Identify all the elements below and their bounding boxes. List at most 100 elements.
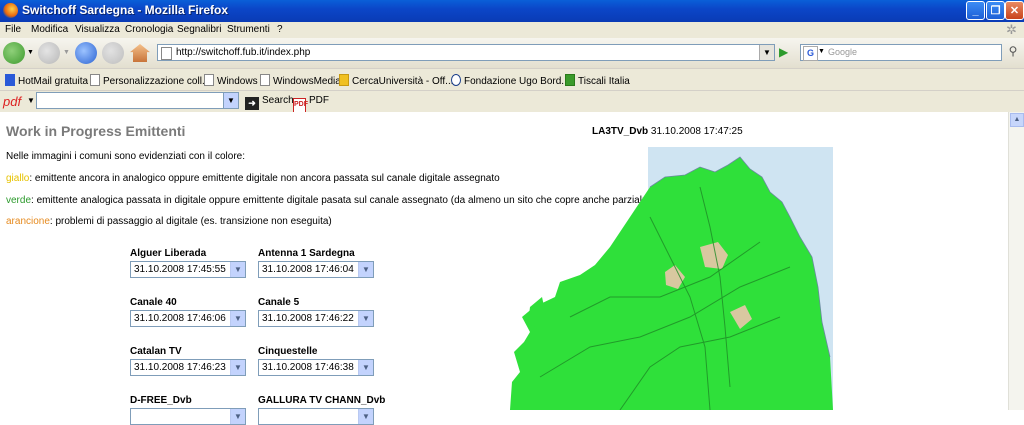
chevron-down-icon[interactable]: ▼ [230,409,245,424]
home-icon[interactable] [130,44,150,62]
chevron-down-icon[interactable]: ▼ [358,409,373,424]
back-history-icon[interactable]: ▼ [27,49,34,56]
menu-visualizza[interactable]: Visualizza [75,24,120,35]
emitter-date-select[interactable]: 31.10.2008 17:45:55 ▼ [130,261,246,278]
legend-yellow: giallo: emittente ancora in analogico op… [6,173,500,184]
select-value: 31.10.2008 17:46:38 [262,362,354,373]
pdf-search-input[interactable]: ▼ [36,92,239,109]
pdf-file-icon: PDF [293,98,308,113]
bookmark-cercauniversita[interactable]: CercaUniversità - Off... [339,74,454,87]
bookmark-tiscali[interactable]: Tiscali Italia [565,74,630,87]
bookmark-label: Tiscali Italia [578,76,630,87]
emitter-date-select[interactable]: ▼ [258,408,374,425]
maximize-button[interactable]: ❐ [986,1,1005,20]
chevron-down-icon[interactable]: ▼ [358,360,373,375]
menu-file[interactable]: File [5,24,21,35]
bookmark-personalizzazione[interactable]: Personalizzazione coll... [90,74,210,87]
chevron-down-icon[interactable]: ▼ [230,311,245,326]
map-timestamp: 31.10.2008 17:47:25 [650,126,743,137]
page-icon [260,74,270,86]
menu-cronologia[interactable]: Cronologia [125,24,173,35]
emitter-label: GALLURA TV CHANN_Dvb [258,395,386,406]
minimize-button[interactable]: _ [966,1,985,20]
legend-orange-text: : problemi di passaggio al digitale (es.… [49,216,332,227]
firefox-icon [3,3,18,18]
emitter-date-select[interactable]: 31.10.2008 17:46:22 ▼ [258,310,374,327]
select-value: 31.10.2008 17:46:04 [262,264,354,275]
forward-history-icon[interactable]: ▼ [63,49,70,56]
throbber-icon: ✲ [1006,22,1017,37]
pdf-search-dropdown-icon[interactable]: ▼ [223,93,238,108]
emitter-date-select[interactable]: 31.10.2008 17:46:23 ▼ [130,359,246,376]
bookmark-windows[interactable]: Windows [204,74,258,87]
url-bar[interactable]: http://switchoff.fub.it/index.php ▼ [157,44,775,61]
url-dropdown-icon[interactable]: ▼ [759,45,774,60]
legend-yellow-word: giallo [6,173,30,184]
page-title: Work in Progress Emittenti [6,123,186,139]
bookmarks-toolbar: HotMail gratuita Personalizzazione coll.… [0,68,1024,91]
select-value: 31.10.2008 17:46:22 [262,313,354,324]
tiscali-icon [565,74,575,86]
chevron-down-icon[interactable]: ▼ [230,360,245,375]
bookmark-hotmail[interactable]: HotMail gratuita [5,74,88,87]
emitter-date-select[interactable]: 31.10.2008 17:46:06 ▼ [130,310,246,327]
map-caption: LA3TV_Dvb 31.10.2008 17:47:25 [592,126,743,137]
chevron-down-icon[interactable]: ▼ [230,262,245,277]
chevron-down-icon[interactable]: ▼ [358,262,373,277]
legend-orange: arancione: problemi di passaggio al digi… [6,216,332,227]
pdf-search-button[interactable]: ➜ Search [245,95,294,110]
emitter-label: Catalan TV [130,346,182,357]
close-button[interactable]: ✕ [1005,1,1024,20]
stop-icon[interactable] [102,42,124,64]
legend-green-word: verde [6,195,32,206]
emitter-label: D-FREE_Dvb [130,395,192,406]
legend-orange-word: arancione [6,216,50,227]
back-icon[interactable] [3,42,25,64]
bookmark-fondazione[interactable]: Fondazione Ugo Bord... [451,74,570,87]
emitter-date-select[interactable]: 31.10.2008 17:46:04 ▼ [258,261,374,278]
graduate-icon [339,74,349,86]
emitter-label: Canale 40 [130,297,177,308]
go-icon[interactable]: ▶ [779,45,793,59]
scroll-up-icon[interactable]: ▲ [1010,113,1024,127]
emitter-date-select[interactable]: ▼ [130,408,246,425]
menu-segnalibri[interactable]: Segnalibri [177,24,221,35]
emitter-label: Antenna 1 Sardegna [258,248,355,259]
google-icon[interactable]: G [803,46,818,61]
forward-icon[interactable] [38,42,60,64]
pdf-menu-dropdown-icon[interactable]: ▼ [27,96,35,105]
url-text: http://switchoff.fub.it/index.php [176,47,311,58]
window-title: Switchoff Sardegna - Mozilla Firefox [22,3,229,17]
search-placeholder: Google [828,47,858,57]
emitter-cinquestelle: Cinquestelle 31.10.2008 17:46:38 ▼ [258,346,376,376]
intro-text: Nelle immagini i comuni sono evidenziati… [6,151,245,162]
search-engine-dropdown-icon[interactable]: ▼ [818,48,825,55]
bookmark-windowsmedia[interactable]: WindowsMedia [260,74,341,87]
bookmark-label: CercaUniversità - Off... [352,76,454,87]
menu-modifica[interactable]: Modifica [31,24,68,35]
emitter-d-free-dvb: D-FREE_Dvb ▼ [130,395,248,425]
bookmark-label: Fondazione Ugo Bord... [464,76,570,87]
menu-help[interactable]: ? [277,24,283,35]
bookmark-label: Personalizzazione coll... [103,76,211,87]
pdf-logo[interactable]: pdf [3,94,21,109]
pdf-convert-button[interactable]: PDFPDF [293,95,329,113]
vertical-scrollbar[interactable]: ▲ [1008,112,1024,410]
map-emitter-name: LA3TV_Dvb [592,126,649,137]
search-icon[interactable]: ⚲ [1004,44,1022,61]
menu-strumenti[interactable]: Strumenti [227,24,270,35]
emitter-label: Canale 5 [258,297,300,308]
sardinia-map [500,147,833,410]
chevron-down-icon[interactable]: ▼ [358,311,373,326]
bookmark-label: Windows [217,76,258,87]
bookmark-label: WindowsMedia [273,76,341,87]
emitter-alguer-liberada: Alguer Liberada 31.10.2008 17:45:55 ▼ [130,248,248,278]
window-titlebar: Switchoff Sardegna - Mozilla Firefox _ ❐… [0,0,1024,22]
arrow-right-icon: ➜ [245,97,259,110]
reload-icon[interactable] [75,42,97,64]
select-value: 31.10.2008 17:46:23 [134,362,226,373]
emitter-date-select[interactable]: 31.10.2008 17:46:38 ▼ [258,359,374,376]
menu-bar: File Modifica Visualizza Cronologia Segn… [0,22,1024,38]
search-box[interactable]: G ▼ Google [800,44,1002,61]
legend-yellow-text: : emittente ancora in analogico oppure e… [29,173,500,184]
